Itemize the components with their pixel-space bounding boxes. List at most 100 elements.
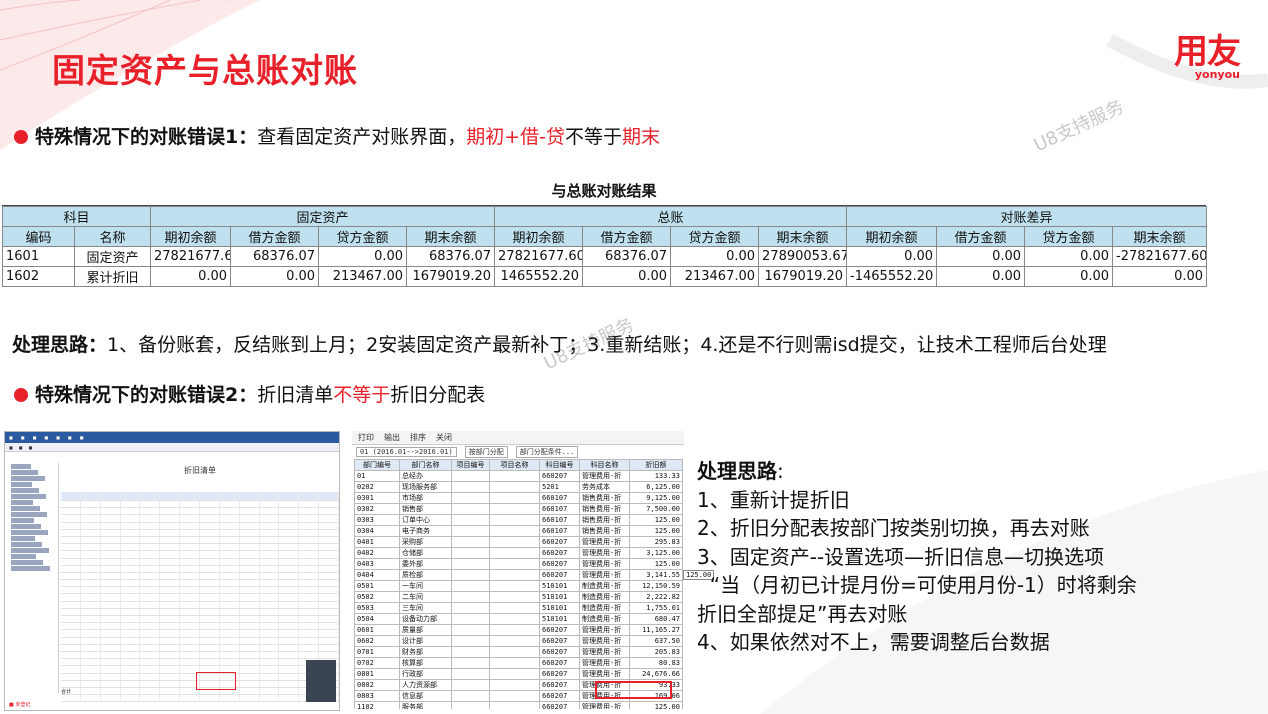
table-cell: 68376.07 xyxy=(582,246,672,267)
tree-node[interactable] xyxy=(11,548,49,553)
table-cell: 68376.07 xyxy=(406,246,496,267)
table-row[interactable]: 1602 累计折旧 0.00 0.00 213467.00 1679019.20 14655… xyxy=(2,266,1208,287)
table-row[interactable] xyxy=(61,644,339,652)
table-cell: 1102 xyxy=(354,701,400,709)
table-row[interactable]: 1601固定资产27821677.6068376.070.0068376.072… xyxy=(2,246,1208,267)
tree-node[interactable] xyxy=(11,542,42,547)
grid-cell xyxy=(299,637,320,644)
table-row[interactable] xyxy=(61,536,339,545)
table-row[interactable] xyxy=(61,637,339,645)
table-row[interactable] xyxy=(61,529,339,537)
table-row[interactable] xyxy=(61,695,339,703)
tree-node[interactable] xyxy=(11,482,32,487)
table-row[interactable] xyxy=(61,616,339,624)
grid-cell xyxy=(160,659,181,666)
tree-node[interactable] xyxy=(11,506,40,511)
table-row[interactable] xyxy=(61,508,339,516)
table-row[interactable]: 0403 委外部 660207 管理费用-折 125.00 xyxy=(354,558,683,570)
table-row[interactable]: 0401 采购部 660207 管理费用-折 295.83 xyxy=(354,536,683,548)
table-row[interactable] xyxy=(61,515,339,523)
table-row[interactable]: 0601 质量部 660207 管理费用-折 11,165.27 xyxy=(354,624,683,636)
table-row[interactable]: 0304 电子商务 660107 销售费用-折 125.00 xyxy=(354,525,683,537)
grid-cell xyxy=(279,680,300,687)
table-row[interactable]: 01 总经办 660207 管理费用-折 133.33 xyxy=(354,470,683,482)
grid-cell xyxy=(279,565,300,572)
table-row[interactable]: 1102 服务部 660207 管理费用-折 125.00 xyxy=(354,701,683,709)
tree-node[interactable] xyxy=(11,566,50,571)
table-row[interactable]: 0502 二车间 510101 制造费用-折 2,222.82 xyxy=(354,591,683,603)
tree-node[interactable] xyxy=(11,512,47,517)
filter-button[interactable]: 按部门分配 xyxy=(464,446,508,458)
table-row[interactable]: 0303 订单中心 660107 销售费用-折 125.00 xyxy=(354,514,683,526)
table-row[interactable]: 0504 设备动力部 510101 制造费用-折 680.47 xyxy=(354,613,683,625)
table-row[interactable]: 0302 销售部 660107 销售费用-折 7,500.00 xyxy=(354,503,683,515)
table-cell: 0501 xyxy=(354,580,400,592)
table-row[interactable]: 0301 市场部 660107 销售费用-折 9,125.00 xyxy=(354,492,683,504)
table-row[interactable]: 0501 一车间 510101 制造费用-折 12,150.59 xyxy=(354,580,683,592)
table-cell: 680.47 xyxy=(629,613,683,625)
grid-cell xyxy=(121,659,141,666)
table-row[interactable]: 0402 仓储部 660207 管理费用-折 3,125.00 xyxy=(354,547,683,559)
tree-node[interactable] xyxy=(11,500,33,505)
toolbar-button[interactable]: 关闭 xyxy=(436,432,452,443)
grid-cell xyxy=(81,644,101,651)
toolbar-button[interactable]: 排序 xyxy=(410,432,426,443)
table-cell: 制造费用-折 xyxy=(579,602,630,614)
grid-cell xyxy=(180,565,201,572)
depreciation-list-title: 折旧清单 xyxy=(184,466,216,475)
table-cell: 660107 xyxy=(539,525,580,537)
filter-button[interactable]: 部门分配条件... xyxy=(515,446,579,458)
table-row[interactable] xyxy=(61,587,339,595)
grid-cell xyxy=(160,594,181,601)
table-row[interactable] xyxy=(61,565,339,573)
table-cell: 125.00 xyxy=(629,558,683,570)
table-row[interactable] xyxy=(61,623,339,631)
table-row[interactable] xyxy=(61,659,339,667)
table-row[interactable] xyxy=(61,594,339,602)
grid-cell xyxy=(121,673,141,680)
table-row[interactable]: 0202 现场服务部 5201 劳务成本 6,125.00 xyxy=(354,481,683,493)
table-row[interactable] xyxy=(61,608,339,616)
grid-cell xyxy=(81,659,101,666)
table-row[interactable] xyxy=(61,544,339,552)
tree-node[interactable] xyxy=(11,524,41,529)
grid-cell xyxy=(180,551,201,558)
grid-cell xyxy=(200,572,220,580)
grid-cell xyxy=(220,508,240,515)
period-select[interactable]: 01 (2016.01-->2016.01) xyxy=(356,447,457,457)
grid-cell xyxy=(81,687,101,695)
tree-node[interactable] xyxy=(11,554,36,559)
grid-cell xyxy=(140,551,161,558)
grid-cell xyxy=(240,580,260,587)
table-row[interactable] xyxy=(61,501,339,509)
toolbar-button[interactable]: 输出 xyxy=(384,432,400,443)
table-row[interactable]: 0404 质检部 660207 管理费用-折 3,141.55 xyxy=(354,569,683,581)
tree-node[interactable] xyxy=(11,470,38,475)
grid-cell xyxy=(260,551,280,558)
table-row[interactable] xyxy=(61,551,339,559)
table-row[interactable] xyxy=(61,572,339,581)
table-row[interactable] xyxy=(61,558,339,566)
toolbar-button[interactable]: 打印 xyxy=(358,432,374,443)
tree-node[interactable] xyxy=(11,518,34,523)
tree-node[interactable] xyxy=(11,530,48,535)
table-row[interactable]: 0503 三车间 510101 制造费用-折 1,755.01 xyxy=(354,602,683,614)
tree-node[interactable] xyxy=(11,476,45,481)
tree-node[interactable] xyxy=(11,488,39,493)
table-row[interactable]: 0602 设计部 660207 管理费用-折 637.50 xyxy=(354,635,683,647)
table-row[interactable]: 0702 核算部 660207 管理费用-折 80.83 xyxy=(354,657,683,669)
table-row[interactable] xyxy=(61,522,339,530)
tree-node[interactable] xyxy=(11,536,35,541)
table-row[interactable] xyxy=(61,651,339,660)
table-row[interactable] xyxy=(61,580,339,588)
grid-cell xyxy=(140,501,161,508)
tree-node[interactable] xyxy=(11,494,46,499)
tree-node[interactable] xyxy=(11,560,43,565)
grid-cell xyxy=(319,601,339,608)
table-row[interactable] xyxy=(61,630,339,638)
solution2: 处理思路: 1、重新计提折旧 2、折旧分配表按部门按类别切换，再去对账 3、固定… xyxy=(697,457,1137,657)
table-row[interactable]: 0701 财务部 660207 管理费用-折 205.83 xyxy=(354,646,683,658)
table-row[interactable]: 0801 行政部 660207 管理费用-折 24,676.66 xyxy=(354,668,683,680)
tree-node[interactable] xyxy=(11,464,31,469)
table-row[interactable] xyxy=(61,601,339,609)
